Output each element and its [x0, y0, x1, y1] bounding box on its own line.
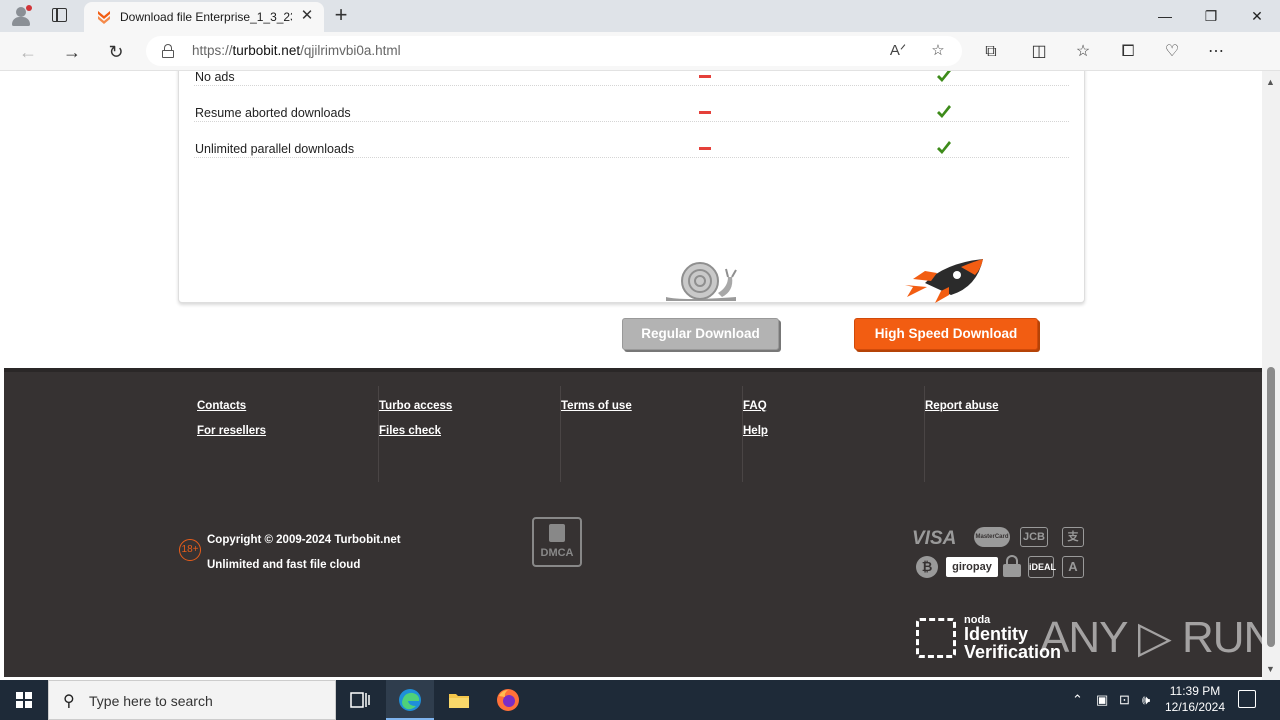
- scroll-up-icon[interactable]: ▲: [1266, 77, 1275, 87]
- edge-taskbar-button[interactable]: [386, 680, 434, 720]
- new-tab-button[interactable]: +: [331, 4, 351, 26]
- search-icon: ⚲: [63, 693, 75, 710]
- minimize-button[interactable]: —: [1142, 0, 1188, 32]
- scroll-thumb[interactable]: [1267, 367, 1275, 647]
- refresh-button[interactable]: ↻: [104, 40, 128, 64]
- check-icon: [937, 141, 951, 154]
- task-view-icon[interactable]: [348, 688, 372, 712]
- for-resellers-link[interactable]: For resellers: [197, 425, 266, 437]
- a-payment-icon: A: [1062, 556, 1084, 578]
- url-text[interactable]: https://turbobit.net/qjilrimvbi0a.html: [192, 43, 401, 58]
- no-icon: [699, 75, 711, 78]
- taskbar-clock[interactable]: 11:39 PM 12/16/2024: [1162, 683, 1228, 715]
- clock-date: 12/16/2024: [1164, 700, 1226, 714]
- windows-taskbar: ⚲ Type here to search ⌃ ▣ ⊡ 🕪 11:39 PM 1…: [0, 680, 1280, 720]
- no-icon: [699, 147, 711, 150]
- copyright-text: Copyright © 2009-2024 Turbobit.net: [207, 534, 401, 546]
- snail-icon: [666, 262, 737, 301]
- footer-column: Turbo access Files check: [379, 386, 561, 482]
- favorite-star-icon[interactable]: ☆: [928, 41, 948, 61]
- noda-logo-icon: [916, 618, 956, 658]
- browser-tab-active[interactable]: Download file Enterprise_1_3_237 ✕: [84, 2, 324, 32]
- network-icon[interactable]: ⊡: [1119, 692, 1130, 708]
- start-button[interactable]: [0, 680, 48, 720]
- read-aloud-icon[interactable]: Aᐟ: [888, 41, 908, 61]
- forward-button[interactable]: →: [60, 40, 84, 64]
- firefox-icon[interactable]: [496, 688, 520, 712]
- notifications-icon[interactable]: [1238, 690, 1256, 708]
- feature-row: Unlimited parallel downloads: [194, 122, 1069, 158]
- footer-column: Report abuse: [925, 386, 1107, 482]
- tagline-text: Unlimited and fast file cloud: [207, 559, 361, 571]
- windows-logo-icon: [16, 692, 32, 708]
- browser-titlebar: Download file Enterprise_1_3_237 ✕ + — ❐…: [0, 0, 1280, 32]
- high-speed-download-button[interactable]: High Speed Download: [854, 318, 1038, 350]
- browser-toolbar: ← → ↻ https://turbobit.net/qjilrimvbi0a.…: [0, 32, 1280, 71]
- no-icon: [699, 111, 711, 114]
- feature-label: Unlimited parallel downloads: [195, 142, 355, 156]
- copilot-icon[interactable]: [1246, 41, 1268, 63]
- anyrun-watermark: ANY ▷ RUN: [1040, 613, 1262, 662]
- mastercard-icon: MasterCard: [974, 527, 1010, 547]
- address-bar[interactable]: https://turbobit.net/qjilrimvbi0a.html A…: [146, 36, 962, 66]
- report-abuse-link[interactable]: Report abuse: [925, 400, 999, 412]
- giropay-icon: giropay: [946, 557, 998, 577]
- profile-icon[interactable]: [10, 5, 32, 27]
- clock-time: 11:39 PM: [1169, 684, 1221, 698]
- feature-row: Resume aborted downloads: [194, 86, 1069, 122]
- favorites-icon[interactable]: ☆: [1072, 41, 1094, 63]
- regular-download-button[interactable]: Regular Download: [622, 318, 779, 350]
- close-window-button[interactable]: ✕: [1234, 0, 1280, 32]
- contacts-link[interactable]: Contacts: [197, 400, 246, 412]
- ideal-icon: iDEAL: [1028, 556, 1056, 578]
- device-icon[interactable]: ▣: [1096, 692, 1108, 708]
- search-placeholder: Type here to search: [89, 693, 213, 709]
- feature-label: Resume aborted downloads: [195, 106, 351, 120]
- footer-column: Contacts For resellers: [197, 386, 379, 482]
- help-link[interactable]: Help: [743, 425, 768, 437]
- edge-icon: [399, 689, 421, 711]
- volume-icon[interactable]: 🕪: [1142, 692, 1150, 708]
- footer-column: Terms of use: [561, 386, 743, 482]
- tray-overflow-icon[interactable]: ⌃: [1072, 692, 1083, 708]
- age-18-badge: 18+: [179, 539, 201, 561]
- bitcoin-icon: ₿: [916, 556, 938, 578]
- page-scrollbar[interactable]: ▲ ▼: [1262, 71, 1280, 680]
- turbo-access-link[interactable]: Turbo access: [379, 400, 452, 412]
- terms-of-use-link[interactable]: Terms of use: [561, 400, 632, 412]
- feature-label: No ads: [195, 71, 235, 84]
- tab-title: Download file Enterprise_1_3_237: [120, 10, 292, 24]
- tab-actions-icon[interactable]: [52, 8, 67, 22]
- lock-payment-icon: [1003, 555, 1021, 577]
- taskbar-search-box[interactable]: ⚲ Type here to search: [48, 680, 336, 720]
- faq-link[interactable]: FAQ: [743, 400, 767, 412]
- rocket-icon: [905, 259, 983, 303]
- scroll-down-icon[interactable]: ▼: [1266, 664, 1275, 674]
- footer-column: FAQ Help: [743, 386, 925, 482]
- feature-row: No ads: [194, 71, 1069, 86]
- files-check-link[interactable]: Files check: [379, 425, 441, 437]
- split-screen-icon[interactable]: ◫: [1028, 41, 1050, 63]
- page-viewport: No ads Resume aborted downloads Unlimite…: [0, 71, 1262, 680]
- jcb-icon: JCB: [1020, 527, 1048, 547]
- download-options-card: No ads Resume aborted downloads Unlimite…: [178, 71, 1085, 350]
- restore-button[interactable]: ❐: [1188, 0, 1234, 32]
- browser-essentials-icon[interactable]: ♡: [1161, 41, 1183, 63]
- lock-icon[interactable]: [162, 44, 174, 58]
- file-explorer-icon[interactable]: [447, 688, 471, 712]
- check-icon: [937, 105, 951, 118]
- collections-icon[interactable]: ⧠: [1117, 41, 1139, 63]
- extensions-icon[interactable]: ⧉: [980, 41, 1002, 63]
- more-menu-icon[interactable]: ⋯: [1205, 41, 1227, 63]
- alipay-icon: 支: [1062, 527, 1084, 547]
- dmca-lock-icon: [549, 524, 565, 542]
- check-icon: [937, 71, 951, 82]
- visa-icon: VISA: [912, 528, 957, 549]
- turbobit-favicon-icon: [98, 11, 110, 24]
- dmca-badge[interactable]: DMCA: [532, 517, 582, 567]
- site-footer: Contacts For resellers Turbo access File…: [4, 368, 1262, 677]
- back-button[interactable]: ←: [16, 40, 40, 64]
- tab-close-icon[interactable]: ✕: [299, 8, 315, 24]
